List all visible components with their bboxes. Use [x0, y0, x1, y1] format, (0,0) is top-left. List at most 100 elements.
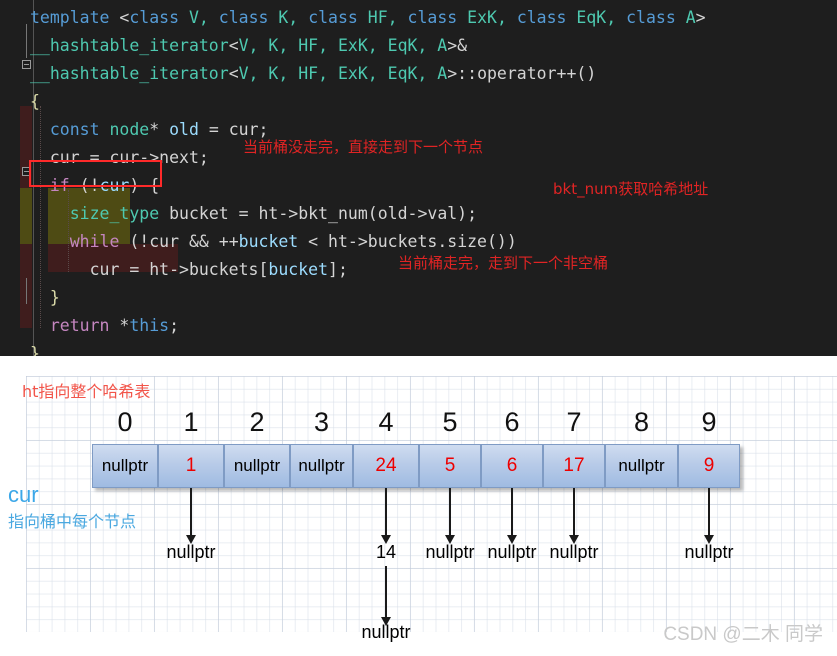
- code-token: (!cur && ++: [119, 232, 239, 251]
- code-token: *: [109, 316, 130, 335]
- code-token: size_type: [69, 204, 160, 223]
- code-token: (old->val);: [367, 204, 478, 223]
- code-token: old: [169, 120, 199, 139]
- code-token: class: [626, 8, 676, 27]
- code-line: __hashtable_iterator<V, K, HF, ExK, EqK,…: [30, 32, 467, 60]
- code-editor[interactable]: template <class V, class K, class HF, cl…: [0, 0, 837, 356]
- bucket-cell: 6: [481, 444, 543, 488]
- code-token: *: [149, 120, 170, 139]
- code-token: K,: [268, 8, 309, 27]
- code-token: node: [109, 120, 150, 139]
- code-token: V, K, HF, ExK, EqK, A: [238, 64, 448, 83]
- bucket-cell: 9: [678, 444, 740, 488]
- chain-arrow: [385, 566, 387, 618]
- fold-region-line: [26, 278, 27, 304]
- code-token: ExK,: [457, 8, 517, 27]
- code-token: class: [129, 8, 180, 27]
- bucket-index-label: 0: [117, 407, 133, 437]
- bucket-index-label: 8: [633, 407, 650, 437]
- chain-arrow: [708, 488, 710, 536]
- code-token: template: [30, 8, 120, 27]
- code-line: const node* old = cur;: [30, 116, 269, 144]
- bucket-cell: nullptr: [224, 444, 290, 488]
- hashtable-diagram: ht指向整个哈希表 cur 指向桶中每个节点 0123456789 nullpt…: [0, 356, 837, 656]
- code-token: __hashtable_iterator: [30, 64, 229, 83]
- code-line: }: [30, 340, 40, 356]
- chain-node-label: nullptr: [487, 542, 537, 562]
- code-token: class: [308, 8, 358, 27]
- bucket-cell: nullptr: [92, 444, 158, 488]
- chain-node-label: nullptr: [361, 622, 411, 642]
- bucket-index-label: 3: [313, 407, 330, 437]
- code-annotation: bkt_num获取哈希地址: [553, 180, 709, 198]
- ht-pointer-label: ht指向整个哈希表: [22, 382, 151, 401]
- code-token: bucket: [268, 260, 329, 279]
- chain-node-label: 14: [375, 542, 397, 562]
- code-token: A: [675, 8, 696, 27]
- bucket-index-label: 9: [701, 407, 717, 437]
- code-token: }: [30, 344, 40, 356]
- code-line: __hashtable_iterator<V, K, HF, ExK, EqK,…: [30, 60, 596, 88]
- bucket-cell: 17: [543, 444, 605, 488]
- chain-arrow: [385, 488, 387, 536]
- bucket-index-label: 7: [566, 407, 582, 437]
- code-token: ;: [169, 316, 180, 335]
- code-token: bucket: [238, 232, 299, 251]
- code-token: < ht->buckets.size()): [298, 232, 517, 251]
- code-token: <: [228, 36, 239, 55]
- bucket-cell: 1: [158, 444, 224, 488]
- code-token: while: [69, 232, 120, 251]
- code-token: >&: [447, 36, 468, 55]
- code-token: operator++: [477, 64, 577, 83]
- code-token: <: [228, 64, 239, 83]
- code-token: cur = ht->buckets[: [30, 260, 269, 279]
- code-line: size_type bucket = ht->bkt_num(old->val)…: [30, 200, 477, 228]
- code-token: bucket = ht->: [159, 204, 299, 223]
- chain-node-label: nullptr: [684, 542, 734, 562]
- cur-pointer-label: cur: [8, 482, 39, 507]
- code-token: return: [49, 316, 110, 335]
- fold-region-line: [26, 24, 27, 58]
- code-line: cur = ht->buckets[bucket];: [30, 256, 348, 284]
- code-line: {: [30, 88, 40, 116]
- chain-node-label: nullptr: [166, 542, 216, 562]
- chain-arrow: [511, 488, 513, 536]
- code-token: >::: [447, 64, 478, 83]
- chain-arrow: [449, 488, 451, 536]
- code-token: <: [119, 8, 130, 27]
- bucket-index-row: 0 1 2 3 4 5 6 7 8 9: [0, 406, 837, 440]
- code-token: bkt_num: [298, 204, 368, 223]
- if-statement-highlight-box: [29, 160, 162, 187]
- bucket-index-label: 1: [183, 407, 199, 437]
- bucket-cell: nullptr: [605, 444, 678, 488]
- cur-pointer-sublabel: 指向桶中每个节点: [8, 514, 137, 531]
- code-line: return *this;: [30, 312, 179, 340]
- bucket-cell: nullptr: [290, 444, 353, 488]
- code-token: EqK,: [566, 8, 627, 27]
- code-token: __hashtable_iterator: [30, 36, 229, 55]
- csdn-watermark: CSDN @二木 同学: [663, 624, 823, 645]
- bucket-array: nullptr 1 nullptr nullptr 24 5 6 17 nullptr 9: [92, 444, 740, 488]
- chain-node-label: nullptr: [425, 542, 475, 562]
- code-token: >: [695, 8, 706, 27]
- code-line: }: [30, 284, 60, 312]
- bucket-cell: 5: [419, 444, 481, 488]
- code-token: }: [30, 288, 60, 307]
- chain-arrow: [573, 488, 575, 536]
- code-annotation: 当前桶没走完，直接走到下一个节点: [243, 138, 484, 156]
- code-token: this: [129, 316, 170, 335]
- code-line: template <class V, class K, class HF, cl…: [30, 4, 706, 32]
- code-token: V, K, HF, ExK, EqK, A: [238, 36, 448, 55]
- chain-node-label: nullptr: [549, 542, 599, 562]
- chain-arrow: [190, 488, 192, 536]
- code-token: class: [407, 8, 458, 27]
- bucket-index-label: 5: [442, 407, 458, 437]
- code-token: const: [49, 120, 110, 139]
- code-token: ];: [328, 260, 348, 279]
- grid-mask-top: [0, 356, 837, 376]
- code-token: class: [516, 8, 567, 27]
- code-token: class: [218, 8, 269, 27]
